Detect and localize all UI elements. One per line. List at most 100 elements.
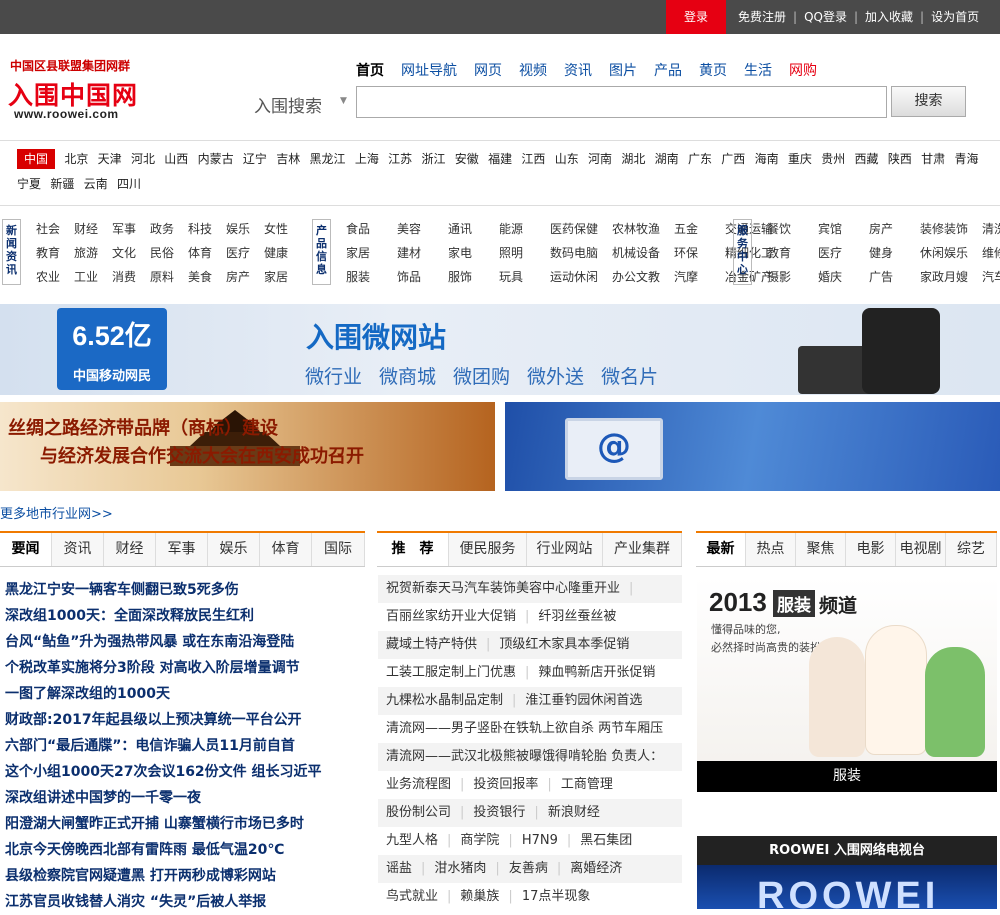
province-link[interactable]: 浙江 (421, 147, 445, 172)
video-tab[interactable]: 电视剧 (896, 533, 946, 566)
news-item-link[interactable]: 北京今天傍晚西北部有雷阵雨 最低气温20℃ (5, 837, 365, 863)
category-link[interactable]: 美容 (397, 217, 448, 241)
category-link[interactable]: 服装 (346, 265, 397, 289)
news-item-link[interactable]: 深改组1000天：全面深改释放民生红利 (5, 603, 365, 629)
province-link[interactable]: 广西 (721, 147, 745, 172)
province-link[interactable]: 青海 (954, 147, 978, 172)
category-link[interactable]: 环保 (674, 241, 725, 265)
recommend-link[interactable]: 投资回报率 (473, 771, 538, 799)
category-link[interactable]: 食品 (346, 217, 397, 241)
recommend-link[interactable]: 纤羽丝蚕丝被 (538, 603, 616, 631)
tab-video[interactable]: 视频 (519, 63, 547, 79)
category-link[interactable]: 健身 (869, 241, 920, 265)
search-button[interactable]: 搜索 (891, 86, 966, 117)
news-item-link[interactable]: 县级检察院官网疑遭黑 打开两秒成博彩网站 (5, 863, 365, 889)
email-banner[interactable]: @ (505, 402, 1000, 491)
category-link[interactable]: 政务 (150, 217, 188, 241)
province-link[interactable]: 海南 (755, 147, 779, 172)
category-link[interactable]: 医疗 (226, 241, 264, 265)
video-tab[interactable]: 聚焦 (796, 533, 846, 566)
category-link[interactable]: 农业 (36, 265, 74, 289)
micro-site-banner[interactable]: 6.52亿 中国移动网民 入围微网站 微行业 微商城 微团购 微外送 微名片 (0, 304, 1000, 395)
clothing-promo[interactable]: 2013 服装 频道 懂得品味的您, 必然择时尚高贵的装扮! (697, 577, 997, 792)
category-link[interactable]: 广告 (869, 265, 920, 289)
login-button[interactable]: 登录 (666, 0, 726, 34)
province-link[interactable]: 上海 (355, 147, 379, 172)
province-link[interactable]: 云南 (84, 172, 108, 197)
silk-road-banner[interactable]: 丝绸之路经济带品牌（商标）建设 与经济发展合作交流大会在西安成功召开 (0, 402, 495, 491)
promo-caption[interactable]: 服装 (697, 761, 997, 792)
news-item-link[interactable]: 台风“鲇鱼”升为强热带风暴 或在东南沿海登陆 (5, 629, 365, 655)
province-link[interactable]: 四川 (117, 172, 141, 197)
recommend-tab[interactable]: 行业网站 (527, 533, 603, 566)
recommend-tab[interactable]: 产业集群 (603, 533, 682, 566)
news-item-link[interactable]: 个税改革实施将分3阶段 对高收入阶层增量调节 (5, 655, 365, 681)
category-link[interactable]: 工业 (74, 265, 112, 289)
recommend-link[interactable]: 业务流程图 (386, 771, 451, 799)
province-link[interactable]: 甘肃 (921, 147, 945, 172)
video-tab[interactable]: 热点 (746, 533, 796, 566)
recommend-link[interactable]: 顶级红木家具本季促销 (499, 631, 629, 659)
recommend-link[interactable]: 祝贺新泰天马汽车装饰美容中心隆重开业 (386, 575, 620, 603)
province-link[interactable]: 新疆 (50, 172, 74, 197)
category-link[interactable]: 装修装饰 (920, 217, 982, 241)
recommend-link[interactable]: 商学院 (460, 827, 499, 855)
search-engine-label[interactable]: 入围搜索 (254, 92, 322, 117)
video-tab[interactable]: 电影 (846, 533, 896, 566)
category-link[interactable]: 美食 (188, 265, 226, 289)
category-link[interactable]: 教育 (36, 241, 74, 265)
search-input[interactable] (356, 86, 887, 118)
category-link[interactable]: 玩具 (499, 265, 550, 289)
province-link[interactable]: 吉林 (276, 147, 300, 172)
tab-yellow-pages[interactable]: 黄页 (699, 63, 727, 79)
news-tab[interactable]: 资讯 (52, 533, 104, 566)
register-link[interactable]: 免费注册 (732, 10, 792, 24)
recommend-link[interactable]: 友善病 (509, 855, 548, 883)
category-link[interactable]: 消费 (112, 265, 150, 289)
category-link[interactable]: 服饰 (448, 265, 499, 289)
tab-news[interactable]: 资讯 (564, 63, 592, 79)
province-link[interactable]: 湖北 (621, 147, 645, 172)
news-item-link[interactable]: 财政部:2017年起县级以上预决算统一平台公开 (5, 707, 365, 733)
category-link[interactable]: 婚庆 (818, 265, 869, 289)
recommend-link[interactable]: 投资银行 (473, 799, 525, 827)
category-link[interactable]: 家居 (346, 241, 397, 265)
province-link[interactable]: 湖南 (655, 147, 679, 172)
category-link[interactable]: 五金 (674, 217, 725, 241)
category-link[interactable]: 家政月嫂 (920, 265, 982, 289)
tab-images[interactable]: 图片 (609, 63, 637, 79)
province-link[interactable]: 广东 (688, 147, 712, 172)
province-link[interactable]: 江西 (521, 147, 545, 172)
recommend-link[interactable]: 股份制公司 (386, 799, 451, 827)
news-tab[interactable]: 娱乐 (208, 533, 260, 566)
province-link[interactable]: 天津 (98, 147, 122, 172)
province-link[interactable]: 贵州 (821, 147, 845, 172)
category-link[interactable]: 军事 (112, 217, 150, 241)
province-link[interactable]: 内蒙古 (198, 147, 234, 172)
more-cities-link[interactable]: 更多地市行业网>> (0, 503, 113, 522)
province-link[interactable]: 江苏 (388, 147, 412, 172)
category-link[interactable]: 医药保健 (550, 217, 612, 241)
qq-login-link[interactable]: QQ登录 (798, 10, 853, 24)
add-favorite-link[interactable]: 加入收藏 (859, 10, 919, 24)
province-link[interactable]: 山西 (164, 147, 188, 172)
province-link[interactable]: 陕西 (888, 147, 912, 172)
category-link[interactable]: 汽摩 (674, 265, 725, 289)
recommend-link[interactable]: 淮江垂钓园休闲首选 (525, 687, 642, 715)
tv-image[interactable]: ROOWEI (697, 865, 997, 909)
tab-home[interactable]: 首页 (356, 63, 384, 79)
news-item-link[interactable]: 江苏官员收钱替人消灾 “失灵”后被人举报 (5, 889, 365, 915)
news-tab[interactable]: 国际 (312, 533, 365, 566)
news-item-link[interactable]: 深改组讲述中国梦的一千零一夜 (5, 785, 365, 811)
province-link[interactable]: 重庆 (788, 147, 812, 172)
category-link[interactable]: 女性 (264, 217, 302, 241)
video-tab[interactable]: 最新 (696, 533, 746, 566)
recommend-link[interactable]: 黑石集团 (580, 827, 632, 855)
recommend-tab[interactable]: 推 荐 (377, 533, 449, 566)
recommend-link[interactable]: 工装工服定制上门优惠 (386, 659, 516, 687)
recommend-link[interactable]: 藏域土特产特供 (386, 631, 477, 659)
news-tab[interactable]: 军事 (156, 533, 208, 566)
category-link[interactable]: 运动休闲 (550, 265, 612, 289)
category-link[interactable]: 汽车保养 (982, 265, 1000, 289)
recommend-link[interactable]: 17点半现象 (522, 883, 591, 911)
